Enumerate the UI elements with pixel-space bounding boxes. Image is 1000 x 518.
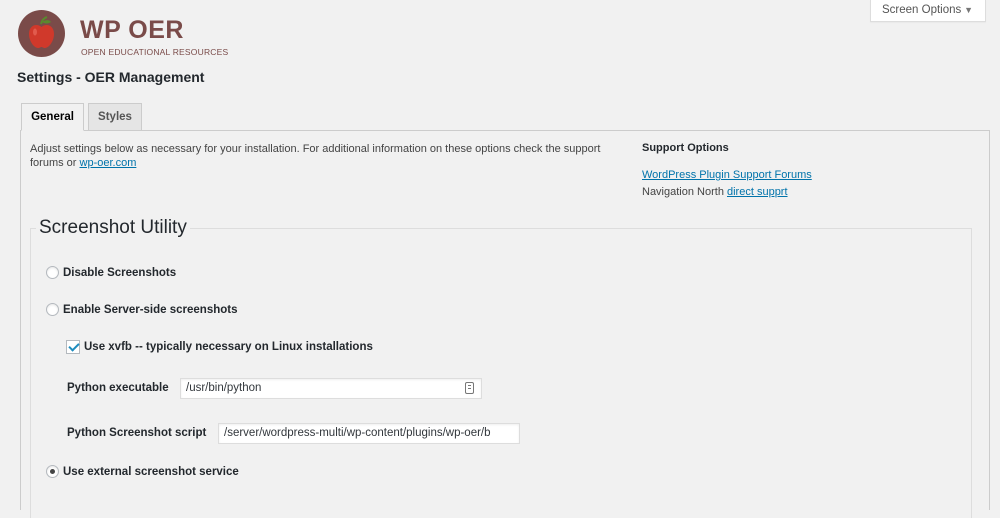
support-options: Support Options WordPress Plugin Support… bbox=[642, 142, 972, 198]
caret-down-icon: ▼ bbox=[964, 5, 973, 15]
disable-screenshots-radio[interactable] bbox=[46, 266, 59, 279]
external-screenshot-service-label[interactable]: Use external screenshot service bbox=[63, 466, 239, 478]
direct-support-link[interactable]: direct supprt bbox=[727, 186, 788, 198]
use-xvfb-checkbox[interactable] bbox=[66, 340, 80, 354]
python-script-value: /server/wordpress-multi/wp-content/plugi… bbox=[224, 427, 491, 439]
logo-badge bbox=[18, 10, 65, 57]
brand-subtitle: OPEN EDUCATIONAL RESOURCES bbox=[81, 47, 229, 57]
tab-styles[interactable]: Styles bbox=[88, 103, 142, 131]
plugin-support-forums-link[interactable]: WordPress Plugin Support Forums bbox=[642, 169, 972, 181]
enable-server-screenshots-label[interactable]: Enable Server-side screenshots bbox=[63, 304, 238, 316]
use-xvfb-label[interactable]: Use xvfb -- typically necessary on Linux… bbox=[84, 341, 373, 353]
brand-title: WP OER bbox=[80, 16, 184, 44]
python-script-label: Python Screenshot script bbox=[67, 427, 207, 439]
autofill-key-icon[interactable] bbox=[465, 382, 474, 394]
python-executable-label: Python executable bbox=[67, 382, 169, 394]
support-options-title: Support Options bbox=[642, 142, 729, 154]
python-script-input[interactable]: /server/wordpress-multi/wp-content/plugi… bbox=[218, 423, 520, 444]
tab-general[interactable]: General bbox=[21, 103, 84, 131]
python-executable-value: /usr/bin/python bbox=[186, 382, 262, 394]
navigation-north-support: Navigation North direct supprt bbox=[642, 186, 972, 198]
external-screenshot-service-radio[interactable] bbox=[46, 465, 59, 478]
disable-screenshots-label[interactable]: Disable Screenshots bbox=[63, 267, 176, 279]
screen-options-label: Screen Options bbox=[882, 4, 962, 16]
page-title: Settings - OER Management bbox=[17, 69, 205, 85]
logo: WP OER OPEN EDUCATIONAL RESOURCES bbox=[18, 10, 238, 57]
intro-text: Adjust settings below as necessary for y… bbox=[30, 142, 630, 170]
wp-oer-link[interactable]: wp-oer.com bbox=[80, 157, 137, 169]
enable-server-screenshots-radio[interactable] bbox=[46, 303, 59, 316]
screenshot-utility-legend: Screenshot Utility bbox=[36, 217, 190, 239]
screen-options-button[interactable]: Screen Options ▼ bbox=[870, 0, 986, 22]
python-executable-input[interactable]: /usr/bin/python bbox=[180, 378, 482, 399]
navigation-north-label: Navigation North bbox=[642, 186, 727, 198]
apple-icon bbox=[29, 16, 54, 48]
